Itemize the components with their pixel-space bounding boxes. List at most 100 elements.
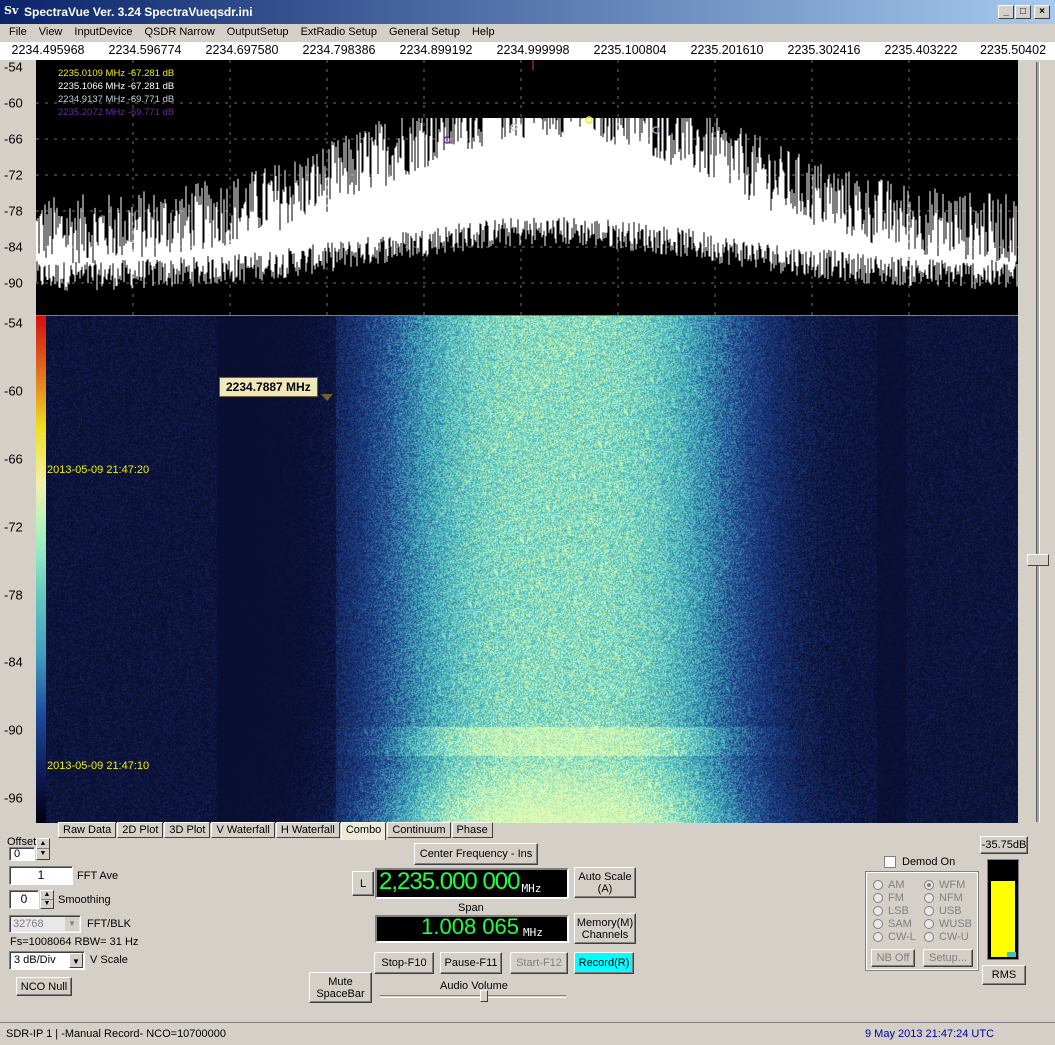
spin-up-icon[interactable]: ▲ — [37, 839, 49, 849]
center-frequency-display[interactable]: 2,235.000 000 MHz — [375, 868, 569, 899]
spectrum-y-label: -54 — [4, 59, 23, 75]
mode-radio-cw-u[interactable]: CW-U — [924, 930, 972, 943]
spectrum-y-label: -78 — [4, 203, 23, 219]
menu-qsdr-narrow[interactable]: QSDR Narrow — [144, 24, 214, 42]
fft-ave-label: FFT Ave — [77, 870, 119, 882]
nco-null-button[interactable]: NCO Null — [16, 977, 72, 996]
stop-button[interactable]: Stop-F10 — [374, 952, 434, 974]
waterfall-y-label: -78 — [4, 587, 23, 603]
waterfall-y-label: -90 — [4, 722, 23, 738]
mode-radio-sam[interactable]: SAM — [873, 917, 916, 930]
auto-scale-button[interactable]: Auto Scale (A) — [574, 867, 636, 898]
close-button[interactable]: × — [1034, 5, 1050, 19]
center-frequency-button[interactable]: Center Frequency - Ins — [414, 843, 538, 865]
tab-combo[interactable]: Combo — [340, 822, 387, 840]
mode-radio-cw-l[interactable]: CW-L — [873, 930, 916, 943]
menu-input-device[interactable]: InputDevice — [74, 24, 132, 42]
smoothing-spinner[interactable]: ▲ ▼ — [40, 890, 54, 909]
span-display[interactable]: 1.008 065 MHz — [375, 915, 569, 943]
tooltip-pointer — [321, 394, 333, 401]
level-meter-fill — [991, 881, 1015, 957]
l-button[interactable]: L — [352, 871, 374, 896]
vscale-value: 3 dB/Div — [14, 954, 56, 966]
waterfall-y-label: -72 — [4, 519, 23, 535]
rms-button[interactable]: RMS — [982, 965, 1026, 985]
menu-extradio-setup[interactable]: ExtRadio Setup — [301, 24, 377, 42]
waterfall-y-label: -96 — [4, 790, 23, 806]
tab-continuum[interactable]: Continuum — [387, 822, 451, 838]
spectrum-plot[interactable]: 2235.0109 MHz -67.281 dB 2235.1066 MHz -… — [36, 60, 1018, 316]
dropdown-arrow-icon[interactable]: ▼ — [69, 953, 83, 968]
offset-spinner[interactable]: ▲ ▼ — [36, 838, 50, 860]
audio-volume-track[interactable] — [380, 995, 566, 998]
spin-down-icon[interactable]: ▼ — [37, 849, 49, 859]
tab-2d-plot[interactable]: 2D Plot — [117, 822, 164, 838]
nb-off-button[interactable]: NB Off — [871, 949, 915, 967]
audio-volume-thumb[interactable] — [480, 990, 489, 1002]
dropdown-arrow-icon[interactable]: ▼ — [65, 917, 79, 931]
fft-ave-field[interactable]: 1 — [9, 866, 73, 885]
level-meter-mark — [1007, 952, 1016, 957]
tab-v-waterfall[interactable]: V Waterfall — [211, 822, 275, 838]
cursor-frequency-tooltip: 2234.7887 MHz — [219, 377, 318, 397]
pause-button[interactable]: Pause-F11 — [440, 952, 502, 974]
mode-radio-lsb[interactable]: LSB — [873, 904, 916, 917]
freq-tick-label: 2235.403222 — [884, 43, 958, 57]
spectrum-y-label: -72 — [4, 167, 23, 183]
fft-blk-select[interactable]: 32768 ▼ — [9, 915, 81, 933]
menu-help[interactable]: Help — [472, 24, 495, 42]
tab-h-waterfall[interactable]: H Waterfall — [275, 822, 340, 838]
menu-general-setup[interactable]: General Setup — [389, 24, 460, 42]
mute-line1: Mute — [328, 975, 353, 988]
waterfall-y-label: -54 — [4, 315, 23, 331]
mode-radio-usb[interactable]: USB — [924, 904, 972, 917]
spectrum-y-label: -66 — [4, 131, 23, 147]
marker-readout-4: 2235.2072 MHz -69.771 dB — [58, 107, 174, 118]
spectrum-y-label: -90 — [4, 275, 23, 291]
waterfall-y-label: -60 — [4, 383, 23, 399]
span-unit: MHz — [523, 926, 543, 939]
maximize-button[interactable]: □ — [1015, 5, 1031, 19]
waterfall-display[interactable] — [36, 316, 1018, 823]
frequency-axis: 2234.495968 2234.596774 2234.697580 2234… — [0, 42, 1055, 60]
menu-output-setup[interactable]: OutputSetup — [227, 24, 289, 42]
mute-button[interactable]: Mute SpaceBar — [309, 972, 372, 1003]
memory-channels-button[interactable]: Memory(M) Channels — [574, 913, 636, 944]
record-button[interactable]: Record(R) — [574, 952, 634, 974]
setup-button[interactable]: Setup... — [923, 949, 973, 967]
freq-tick-label: 2235.50402 — [979, 43, 1047, 57]
mode-radio-am[interactable]: AM — [873, 878, 916, 891]
spin-up-icon[interactable]: ▲ — [41, 891, 53, 900]
title-bar: Sv SpectraVue Ver. 3.24 SpectraVueqsdr.i… — [0, 0, 1055, 24]
freq-tick-label: 2234.999998 — [496, 43, 570, 57]
menu-file[interactable]: File — [9, 24, 27, 42]
mode-radio-nfm[interactable]: NFM — [924, 891, 972, 904]
freq-tick-label: 2234.596774 — [108, 43, 182, 57]
mute-line2: SpaceBar — [316, 987, 365, 1000]
demod-on-label: Demod On — [902, 856, 956, 868]
vscale-select[interactable]: 3 dB/Div ▼ — [9, 951, 85, 970]
menu-view[interactable]: View — [39, 24, 63, 42]
minimize-button[interactable]: _ — [998, 5, 1014, 19]
marker-readout-2: 2235.1066 MHz -67.281 dB — [58, 81, 174, 92]
tab-3d-plot[interactable]: 3D Plot — [164, 822, 211, 838]
start-button[interactable]: Start-F12 — [510, 952, 568, 974]
mode-radio-fm[interactable]: FM — [873, 891, 916, 904]
waterfall-color-scale — [36, 316, 46, 823]
freq-tick-label: 2234.697580 — [205, 43, 279, 57]
offset-field[interactable]: 0 — [9, 847, 35, 861]
tab-phase[interactable]: Phase — [451, 822, 493, 838]
fft-blk-value: 32768 — [13, 918, 44, 930]
demod-on-checkbox[interactable] — [884, 856, 896, 868]
tab-raw-data[interactable]: Raw Data — [58, 822, 117, 838]
vertical-slider-track[interactable] — [1036, 62, 1040, 822]
freq-tick-label: 2235.100804 — [593, 43, 667, 57]
freq-tick-label: 2234.899192 — [399, 43, 473, 57]
level-readout: -35.75dB — [980, 836, 1028, 854]
spin-down-icon[interactable]: ▼ — [41, 900, 53, 908]
mode-radio-wusb[interactable]: WUSB — [924, 917, 972, 930]
mode-radio-wfm[interactable]: WFM — [924, 878, 972, 891]
auto-scale-line1: Auto Scale — [578, 870, 632, 883]
smoothing-field[interactable]: 0 — [9, 890, 39, 909]
vertical-slider-thumb[interactable] — [1027, 554, 1049, 566]
